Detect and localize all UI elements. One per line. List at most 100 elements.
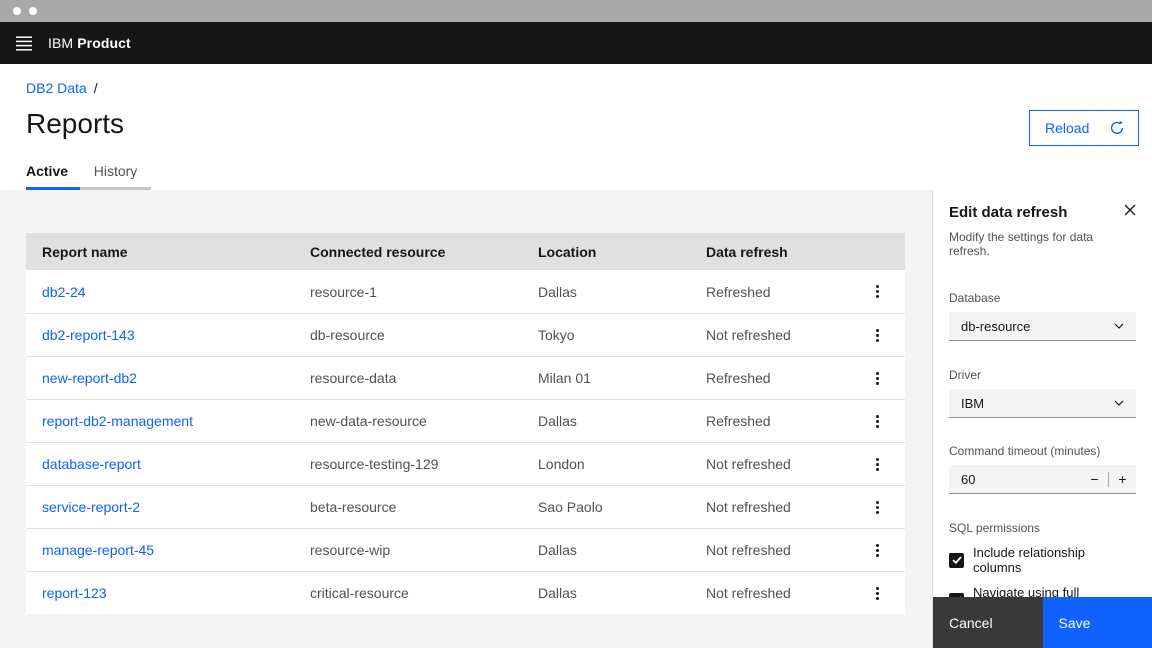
- cancel-button[interactable]: Cancel: [933, 597, 1043, 648]
- panel-title: Edit data refresh: [949, 204, 1068, 221]
- refresh-icon: [1110, 120, 1124, 134]
- location-cell: Dallas: [538, 585, 577, 601]
- command-timeout-label: Command timeout (minutes): [949, 444, 1101, 458]
- command-timeout-value: 60: [961, 471, 976, 487]
- main-area: Report name Connected resource Location …: [0, 190, 1152, 648]
- reload-button[interactable]: Reload: [1029, 110, 1139, 146]
- page-header: DB2 Data / Reports Reload Active History: [0, 64, 1152, 190]
- connected-resource-cell: beta-resource: [310, 499, 397, 515]
- table-row: report-db2-management new-data-resource …: [26, 399, 905, 442]
- decrement-button[interactable]: −: [1081, 465, 1108, 493]
- save-button[interactable]: Save: [1042, 597, 1152, 648]
- table-row: db2-report-143 db-resource Tokyo Not ref…: [26, 313, 905, 356]
- window-titlebar: [0, 0, 1152, 22]
- tab-bar: Active History: [26, 156, 151, 190]
- tab-history[interactable]: History: [80, 156, 151, 190]
- data-refresh-cell: Not refreshed: [706, 585, 791, 601]
- app-brand: IBM Product: [48, 35, 131, 51]
- column-header-report-name: Report name: [42, 243, 128, 260]
- overflow-menu-icon: [876, 457, 879, 471]
- table-header-row: Report name Connected resource Location …: [26, 233, 905, 270]
- data-refresh-cell: Not refreshed: [706, 456, 791, 472]
- panel-close-button[interactable]: [1122, 202, 1138, 221]
- command-timeout-input[interactable]: 60 − +: [949, 465, 1136, 494]
- report-name-link[interactable]: database-report: [26, 456, 294, 472]
- location-cell: Dallas: [538, 542, 577, 558]
- row-overflow-menu-button[interactable]: [850, 414, 905, 428]
- panel-subtitle: Modify the settings for data refresh.: [949, 230, 1094, 258]
- data-refresh-cell: Refreshed: [706, 413, 771, 429]
- report-name-link[interactable]: db2-report-143: [26, 327, 294, 343]
- report-name-link[interactable]: db2-24: [26, 284, 294, 300]
- row-overflow-menu-button[interactable]: [850, 586, 905, 600]
- tab-active-label: Active: [26, 163, 69, 179]
- connected-resource-cell: critical-resource: [310, 585, 409, 601]
- data-refresh-cell: Refreshed: [706, 283, 771, 300]
- table-row: manage-report-45 resource-wip Dallas Not…: [26, 528, 905, 571]
- table-row: service-report-2 beta-resource Sao Paolo…: [26, 485, 905, 528]
- row-overflow-menu-button[interactable]: [850, 457, 905, 471]
- data-refresh-cell: Not refreshed: [706, 542, 791, 558]
- reload-button-label: Reload: [1045, 120, 1090, 136]
- breadcrumb-link-db2-data[interactable]: DB2 Data: [26, 80, 87, 96]
- overflow-menu-icon: [876, 285, 879, 298]
- edit-data-refresh-panel: Edit data refresh Modify the settings fo…: [932, 190, 1152, 648]
- location-cell: London: [538, 456, 585, 472]
- row-overflow-menu-button[interactable]: [850, 543, 905, 557]
- tab-active[interactable]: Active: [26, 156, 80, 190]
- row-overflow-menu-button[interactable]: [850, 328, 905, 342]
- overflow-menu-icon: [876, 586, 879, 600]
- reports-table: Report name Connected resource Location …: [26, 233, 905, 614]
- location-cell: Sao Paolo: [538, 499, 603, 515]
- column-header-connected-resource: Connected resource: [310, 243, 446, 260]
- panel-action-buttons: Cancel Save: [933, 597, 1152, 648]
- tab-history-label: History: [93, 163, 138, 179]
- brand-prefix: IBM: [48, 35, 74, 51]
- location-cell: Dallas: [538, 283, 577, 300]
- row-overflow-menu-button[interactable]: [850, 285, 905, 298]
- hamburger-menu-button[interactable]: [0, 22, 48, 64]
- row-overflow-menu-button[interactable]: [850, 371, 905, 385]
- menu-icon: [16, 35, 32, 51]
- sql-permissions-label: SQL permissions: [949, 521, 1040, 535]
- table-body: db2-24 resource-1 Dallas Refreshed db2-r…: [26, 270, 905, 614]
- driver-label: Driver: [949, 368, 981, 382]
- report-name-link[interactable]: manage-report-45: [26, 542, 294, 558]
- content-area: Report name Connected resource Location …: [0, 190, 932, 648]
- connected-resource-cell: resource-1: [310, 283, 377, 300]
- breadcrumb: DB2 Data /: [26, 80, 98, 96]
- chevron-down-icon: [1114, 323, 1124, 329]
- database-dropdown-value: db-resource: [961, 318, 1031, 334]
- table-row: new-report-db2 resource-data Milan 01 Re…: [26, 356, 905, 399]
- overflow-menu-icon: [876, 371, 879, 385]
- overflow-menu-icon: [876, 500, 879, 514]
- window-control-dot[interactable]: [29, 7, 37, 15]
- report-name-link[interactable]: report-db2-management: [26, 413, 294, 429]
- database-label: Database: [949, 291, 1001, 305]
- connected-resource-cell: new-data-resource: [310, 413, 427, 429]
- close-icon: [1124, 204, 1136, 216]
- data-refresh-cell: Not refreshed: [706, 327, 791, 343]
- table-row: db2-24 resource-1 Dallas Refreshed: [26, 270, 905, 313]
- driver-dropdown-value: IBM: [961, 395, 985, 411]
- location-cell: Tokyo: [538, 327, 575, 343]
- location-cell: Dallas: [538, 413, 577, 429]
- checkbox-checked-icon: [949, 552, 964, 568]
- data-refresh-cell: Refreshed: [706, 370, 771, 386]
- report-name-link[interactable]: report-123: [26, 585, 294, 601]
- table-row: report-123 critical-resource Dallas Not …: [26, 571, 905, 614]
- window-control-dot[interactable]: [13, 7, 21, 15]
- increment-button[interactable]: +: [1109, 465, 1136, 493]
- row-overflow-menu-button[interactable]: [850, 500, 905, 514]
- column-header-data-refresh: Data refresh: [706, 243, 788, 260]
- database-dropdown[interactable]: db-resource: [949, 312, 1136, 341]
- driver-dropdown[interactable]: IBM: [949, 389, 1136, 418]
- checkbox-include-relationship-columns[interactable]: Include relationship columns: [949, 545, 1136, 575]
- table-row: database-report resource-testing-129 Lon…: [26, 442, 905, 485]
- app-header: IBM Product: [0, 22, 1152, 64]
- data-refresh-cell: Not refreshed: [706, 499, 791, 515]
- column-header-location: Location: [538, 243, 597, 260]
- chevron-down-icon: [1114, 400, 1124, 406]
- report-name-link[interactable]: service-report-2: [26, 499, 294, 515]
- report-name-link[interactable]: new-report-db2: [26, 370, 294, 386]
